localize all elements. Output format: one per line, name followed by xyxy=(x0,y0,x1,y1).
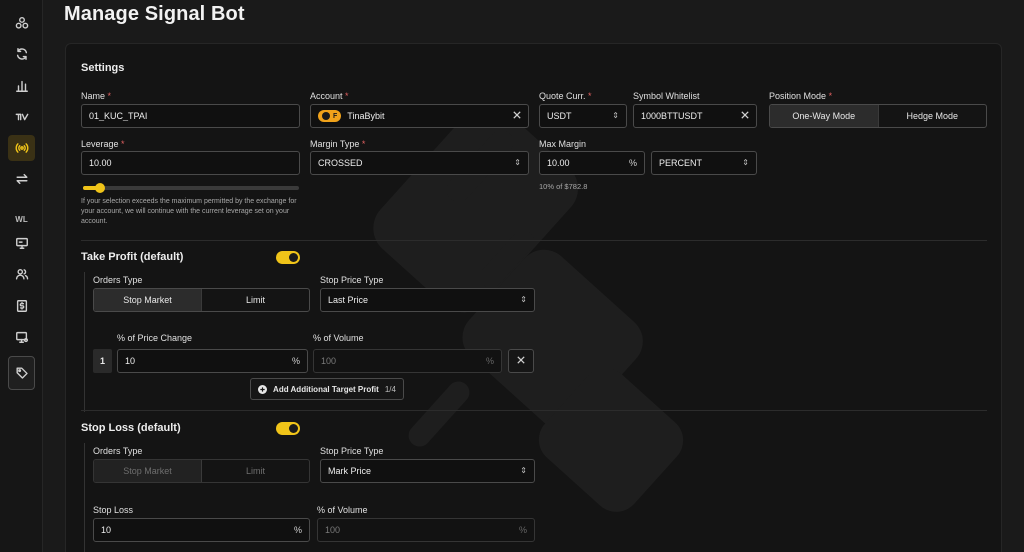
exchange-badge: F xyxy=(318,110,342,122)
sl-stop-loss-input[interactable]: 10 % xyxy=(93,518,310,542)
tp-volume-label: % of Volume xyxy=(313,333,364,343)
monitor-icon[interactable] xyxy=(8,230,35,256)
sl-volume-input[interactable]: 100 % xyxy=(317,518,535,542)
percent-suffix: % xyxy=(293,525,302,535)
max-margin-unit-select[interactable]: PERCENT ⇕ xyxy=(651,151,757,175)
leverage-slider-thumb[interactable] xyxy=(95,183,105,193)
chevron-updown-icon: ⇕ xyxy=(612,111,619,120)
dollar-doc-icon[interactable] xyxy=(8,293,35,319)
chevron-updown-icon: ⇕ xyxy=(514,158,521,167)
sl-stop-price-type-label: Stop Price Type xyxy=(320,446,384,456)
max-margin-input[interactable]: 10.00 % xyxy=(539,151,645,175)
tp-orders-type-label: Orders Type xyxy=(93,275,143,285)
take-profit-guide-line xyxy=(84,272,85,412)
sl-orders-type-label: Orders Type xyxy=(93,446,143,456)
users-icon[interactable] xyxy=(8,261,35,287)
signal-icon[interactable] xyxy=(8,135,35,161)
position-mode-toggle: One-Way Mode Hedge Mode xyxy=(769,104,987,128)
close-icon xyxy=(517,356,525,366)
quote-currency-label: Quote Curr. * xyxy=(539,91,592,101)
max-margin-label: Max Margin xyxy=(539,139,587,149)
take-profit-title: Take Profit (default) xyxy=(81,251,184,263)
position-mode-label: Position Mode * xyxy=(769,91,833,101)
refresh-icon[interactable] xyxy=(8,41,35,67)
tp-price-change-input[interactable]: 10 % xyxy=(117,349,308,373)
max-margin-helper: 10% of $782.8 xyxy=(539,182,588,191)
tp-stop-price-type-select[interactable]: Last Price ⇕ xyxy=(320,288,535,312)
add-target-profit-button[interactable]: Add Additional Target Profit 1/4 xyxy=(250,378,404,400)
section-divider xyxy=(81,240,987,241)
chevron-updown-icon: ⇕ xyxy=(520,295,527,304)
quote-currency-select[interactable]: USDT ⇕ xyxy=(539,104,627,128)
percent-suffix: % xyxy=(485,356,494,366)
sidebar-section-label: WL xyxy=(15,215,28,224)
leverage-slider[interactable] xyxy=(83,183,299,193)
sl-stop-market-option[interactable]: Stop Market xyxy=(94,460,201,482)
bots-icon[interactable] xyxy=(8,10,35,36)
sidebar: WL xyxy=(0,0,43,552)
leverage-helper-text: If your selection exceeds the maximum pe… xyxy=(81,198,297,225)
stop-loss-title: Stop Loss (default) xyxy=(81,422,181,434)
monitor-gear-icon[interactable] xyxy=(8,324,35,350)
tag-icon[interactable] xyxy=(8,356,35,390)
symbol-whitelist-select[interactable]: 1000BTTUSDT xyxy=(633,104,757,128)
chart-bars-icon[interactable] xyxy=(8,73,35,99)
signal-bot-form: Settings Name * 01_KUC_TPAI Account * F … xyxy=(65,43,1002,552)
account-select[interactable]: F TinaBybit xyxy=(310,104,529,128)
percent-suffix: % xyxy=(291,356,300,366)
page-title: Manage Signal Bot xyxy=(64,3,245,25)
name-input[interactable]: 01_KUC_TPAI xyxy=(81,104,300,128)
chevron-updown-icon: ⇕ xyxy=(742,158,749,167)
leverage-label: Leverage * xyxy=(81,139,125,149)
tp-stop-market-option[interactable]: Stop Market xyxy=(94,289,201,311)
account-label: Account * xyxy=(310,91,349,101)
tp-volume-input[interactable]: 100 % xyxy=(313,349,502,373)
sl-stop-loss-label: Stop Loss xyxy=(93,505,134,515)
take-profit-toggle[interactable] xyxy=(276,251,300,264)
sl-stop-price-type-select[interactable]: Mark Price ⇕ xyxy=(320,459,535,483)
percent-suffix: % xyxy=(518,525,527,535)
margin-type-label: Margin Type * xyxy=(310,139,366,149)
tp-limit-option[interactable]: Limit xyxy=(201,289,309,311)
clear-symbol-icon[interactable] xyxy=(741,111,749,121)
chevron-updown-icon: ⇕ xyxy=(520,466,527,475)
plus-circle-icon xyxy=(258,384,268,394)
stop-loss-toggle[interactable] xyxy=(276,422,300,435)
clear-account-icon[interactable] xyxy=(513,111,521,121)
one-way-mode-option[interactable]: One-Way Mode xyxy=(770,105,878,127)
symbol-whitelist-label: Symbol Whitelist xyxy=(633,91,700,101)
sl-orders-type-toggle: Stop Market Limit xyxy=(93,459,310,483)
tp-price-change-label: % of Price Change xyxy=(117,333,193,343)
tp-orders-type-toggle: Stop Market Limit xyxy=(93,288,310,312)
hedge-mode-option[interactable]: Hedge Mode xyxy=(877,105,987,127)
target-index: 1 xyxy=(93,349,112,373)
section-divider xyxy=(81,410,987,411)
leverage-input[interactable]: 10.00 xyxy=(81,151,300,175)
margin-type-select[interactable]: CROSSED ⇕ xyxy=(310,151,529,175)
sl-volume-label: % of Volume xyxy=(317,505,368,515)
tradingview-icon[interactable] xyxy=(8,104,35,130)
name-label: Name * xyxy=(81,91,112,101)
sl-limit-option[interactable]: Limit xyxy=(201,460,309,482)
swap-icon[interactable] xyxy=(8,166,35,192)
tp-stop-price-type-label: Stop Price Type xyxy=(320,275,384,285)
stop-loss-guide-line xyxy=(84,443,85,552)
percent-suffix: % xyxy=(628,158,637,168)
remove-target-button[interactable] xyxy=(508,349,534,373)
settings-title: Settings xyxy=(81,62,125,74)
